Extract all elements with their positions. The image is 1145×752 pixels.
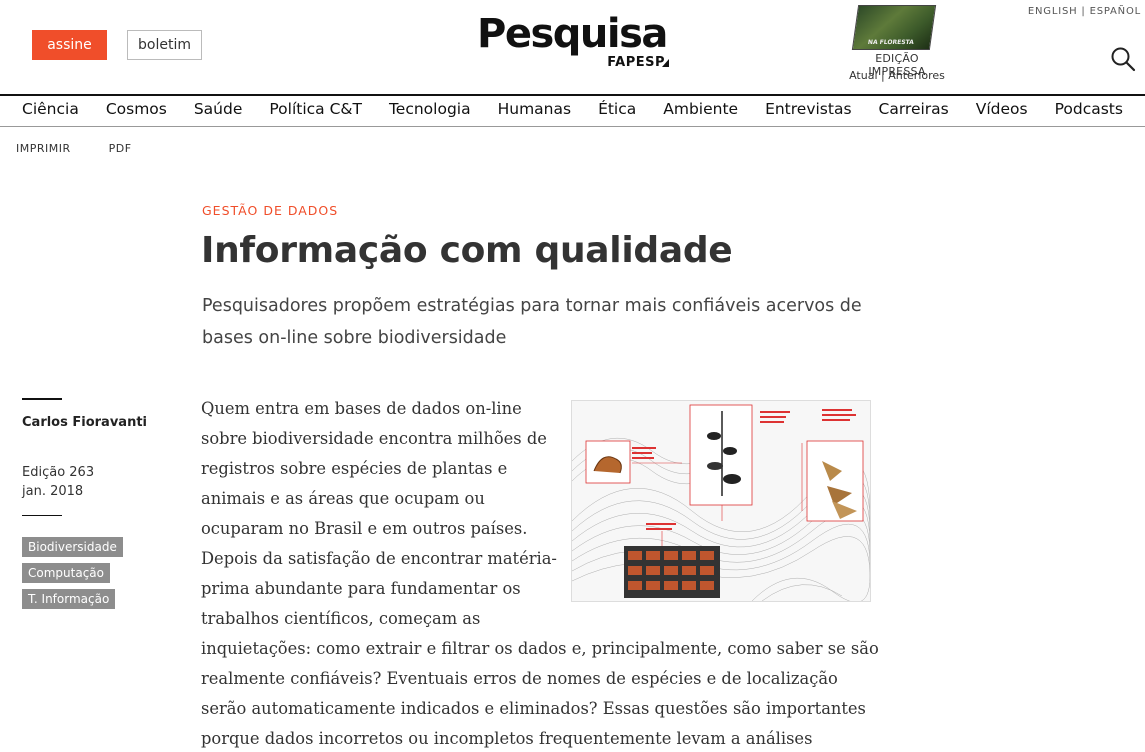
magazine-cover[interactable]: NA FLORESTA [851, 5, 940, 50]
article-body: Quem entra em bases de dados on-line sob… [201, 394, 881, 752]
author-name[interactable]: Carlos Fioravanti [22, 415, 147, 430]
magazine-cover-text: NA FLORESTA [867, 39, 915, 46]
lang-separator: | [1081, 6, 1086, 17]
nav-item-podcasts[interactable]: Podcasts [1055, 96, 1123, 126]
edition-link-separator: | [881, 69, 885, 82]
nav-item-etica[interactable]: Ética [598, 96, 636, 126]
language-switcher: ENGLISH | ESPAÑOL [1028, 6, 1141, 17]
article-subtitle: Pesquisadores propõem estratégias para t… [202, 296, 862, 348]
nav-item-tecnologia[interactable]: Tecnologia [389, 96, 471, 126]
main-navigation: Ciência Cosmos Saúde Política C&T Tecnol… [0, 94, 1145, 127]
sidebar-divider-bottom [22, 515, 62, 516]
edition-info: Edição 263 jan. 2018 [22, 463, 94, 501]
nav-item-cosmos[interactable]: Cosmos [106, 96, 167, 126]
nav-item-saude[interactable]: Saúde [194, 96, 243, 126]
nav-item-carreiras[interactable]: Carreiras [879, 96, 949, 126]
article-illustration[interactable] [571, 400, 871, 602]
search-icon[interactable] [1110, 46, 1136, 72]
nav-item-entrevistas[interactable]: Entrevistas [765, 96, 851, 126]
article-utilities: IMPRIMIR PDF [16, 142, 166, 155]
previous-editions-link[interactable]: Anteriores [888, 69, 945, 82]
subscribe-button[interactable]: assine [32, 30, 107, 60]
site-logo[interactable]: Pesquisa FAPESP [477, 10, 669, 72]
print-link[interactable]: IMPRIMIR [16, 142, 71, 155]
nav-item-politica[interactable]: Política C&T [269, 96, 362, 126]
magazine-cover-image: NA FLORESTA [851, 5, 937, 50]
tag-informacao[interactable]: T. Informação [22, 589, 116, 609]
nav-item-humanas[interactable]: Humanas [498, 96, 571, 126]
nav-item-videos[interactable]: Vídeos [976, 96, 1028, 126]
article-section-label[interactable]: GESTÃO DE DADOS [202, 203, 338, 218]
edition-number: Edição 263 [22, 465, 95, 480]
illustration-graphic [572, 401, 870, 601]
pdf-link[interactable]: PDF [109, 142, 132, 155]
lang-english-link[interactable]: ENGLISH [1028, 6, 1078, 17]
logo-subtitle: FAPESP [607, 55, 665, 70]
current-edition-link[interactable]: Atual [849, 69, 877, 82]
tag-biodiversidade[interactable]: Biodiversidade [22, 537, 123, 557]
nav-item-ciencia[interactable]: Ciência [22, 96, 79, 126]
article-title: Informação com qualidade [201, 230, 733, 271]
edition-links: Atual | Anteriores [847, 69, 947, 82]
tag-computacao[interactable]: Computação [22, 563, 110, 583]
logo-triangle-icon [662, 59, 669, 67]
sidebar-divider-top [22, 398, 62, 400]
logo-wordmark: Pesquisa [477, 11, 668, 57]
lang-espanol-link[interactable]: ESPAÑOL [1090, 6, 1141, 17]
edition-date: jan. 2018 [22, 484, 84, 499]
nav-item-ambiente[interactable]: Ambiente [663, 96, 738, 126]
newsletter-button[interactable]: boletim [127, 30, 202, 60]
